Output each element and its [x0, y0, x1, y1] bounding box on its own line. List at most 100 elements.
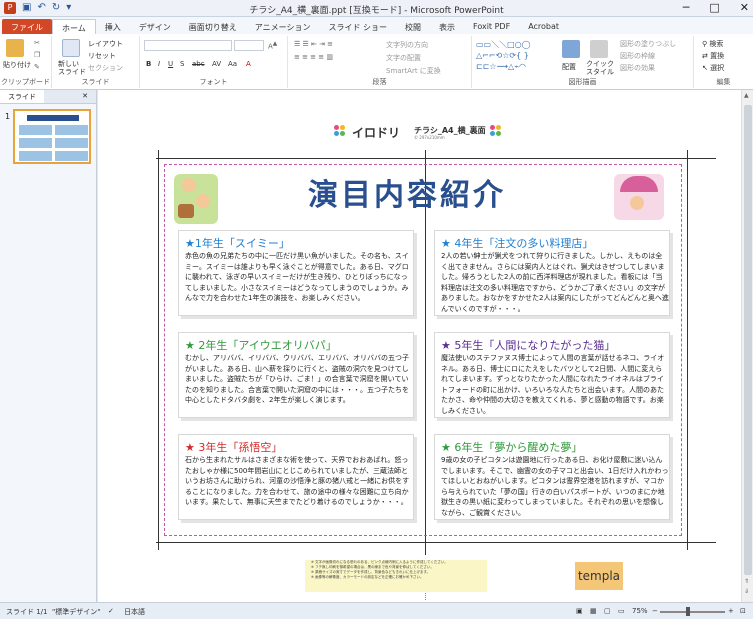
- tab-animations[interactable]: アニメーション: [246, 19, 320, 34]
- card-body: 2人の若い紳士が猟犬をつれて狩りに行きました。しかし、えものは全く出てきません。…: [441, 252, 669, 313]
- tab-view[interactable]: 表示: [430, 19, 464, 34]
- card-title: ★ 4年生「注文の多い料理店」: [441, 237, 594, 250]
- card-body: むかし、アリババ、イリババ、ウリババ、エリババ、オリババの五つ子がいました。ある…: [185, 354, 409, 404]
- shape-outline-button[interactable]: 図形の枠線: [620, 51, 655, 61]
- change-case-icon[interactable]: Aa: [228, 60, 237, 68]
- tab-design[interactable]: デザイン: [130, 19, 180, 34]
- language[interactable]: 日本語: [124, 607, 145, 617]
- group-label: 編集: [716, 78, 731, 86]
- font-color-icon[interactable]: A: [246, 60, 251, 68]
- copy-icon[interactable]: ❐: [34, 51, 40, 59]
- zoom-level[interactable]: 75%: [632, 607, 648, 615]
- tab-transitions[interactable]: 画面切り替え: [180, 19, 246, 34]
- bold-icon[interactable]: B: [146, 60, 151, 68]
- shapes-gallery-icon[interactable]: ▭▭＼＼□○◯ △⌐⌐⟲☆⟳{ } ⊏⊏☆⟿△⌁◠: [476, 39, 531, 72]
- tab-acrobat[interactable]: Acrobat: [519, 19, 568, 34]
- shadow-icon[interactable]: S: [180, 60, 184, 68]
- card-grade2[interactable]: ★ 2年生「アイウエオリバパ」 むかし、アリババ、イリババ、ウリババ、エリババ、…: [178, 332, 414, 418]
- shape-fill-button[interactable]: 図形の塗りつぶし: [620, 39, 676, 49]
- group-paragraph: ☰ ☰ ⇤ ⇥ ≡ 文字列の方向 ≡ ≡ ≡ ≡ ▥ 文字の配置 SmartAr…: [288, 36, 472, 88]
- strikethrough-icon[interactable]: abc: [192, 60, 205, 68]
- find-button[interactable]: ⚲ 検索: [702, 39, 723, 49]
- spellcheck-icon[interactable]: ✓: [108, 607, 114, 615]
- card-grade3[interactable]: ★ 3年生「孫悟空」 石から生まれたサルはさまざまな術を使って、天界でおおあばれ…: [178, 434, 414, 520]
- status-bar: スライド 1/1 "標準デザイン" ✓ 日本語 ▣ ▦ ▢ ▭ 75% − + …: [0, 602, 753, 619]
- smartart-button[interactable]: SmartArt に変換: [386, 66, 441, 76]
- tab-slides[interactable]: スライド: [0, 90, 44, 103]
- format-painter-icon[interactable]: ✎: [34, 63, 40, 71]
- maximize-icon[interactable]: □: [709, 1, 719, 14]
- sorter-view-icon[interactable]: ▦: [590, 607, 597, 615]
- slide-editor[interactable]: イロドリ チラシ_A4_横_裏面 © 297x210mm 演目内容紹介 ★1年生…: [98, 90, 741, 602]
- paste-button[interactable]: 貼り付け: [3, 60, 31, 70]
- card-title: ★ 5年生「人間になりたがった猫」: [441, 339, 616, 352]
- card-title: ★ 3年生「孫悟空」: [185, 441, 283, 454]
- umbrella-illustration: [614, 174, 664, 220]
- new-slide-icon[interactable]: [62, 39, 80, 57]
- scroll-thumb[interactable]: [744, 105, 752, 575]
- replace-button[interactable]: ⇄ 置換: [702, 51, 724, 61]
- logo-flower-icon: [490, 125, 502, 137]
- tab-file[interactable]: ファイル: [2, 19, 52, 34]
- theme-name[interactable]: "標準デザイン": [52, 607, 100, 617]
- reading-view-icon[interactable]: ▢: [604, 607, 611, 615]
- text-direction-button[interactable]: 文字列の方向: [386, 40, 428, 50]
- tab-insert[interactable]: 挿入: [96, 19, 130, 34]
- section-button[interactable]: セクション: [88, 63, 123, 73]
- arrange-icon[interactable]: [562, 40, 580, 58]
- zoom-knob[interactable]: [686, 607, 690, 616]
- card-body: 赤色の魚の兄弟たちの中に一匹だけ黒い魚がいました。その名も、スイミー。スイミーは…: [185, 252, 409, 302]
- grow-font-icon[interactable]: A▲: [268, 41, 277, 50]
- ribbon: 貼り付け ✂ ❐ ✎ クリップボード 新しい スライド レイアウト リセット セ…: [0, 34, 753, 90]
- tab-slideshow[interactable]: スライド ショー: [319, 19, 396, 34]
- shape-effect-button[interactable]: 図形の効果: [620, 63, 655, 73]
- layout-button[interactable]: レイアウト: [88, 39, 123, 49]
- font-name-combo[interactable]: [144, 40, 232, 51]
- char-spacing-icon[interactable]: AV: [212, 60, 221, 68]
- scroll-up-icon[interactable]: ▲: [744, 92, 749, 99]
- group-label: フォント: [199, 78, 228, 86]
- arrange-button[interactable]: 配置: [562, 62, 576, 72]
- close-icon[interactable]: ✕: [740, 1, 749, 14]
- card-grade6[interactable]: ★ 6年生「夢から醒めた夢」 9歳の女の子ピコタンは遊園地に行ったある日、お化け…: [434, 434, 670, 520]
- group-label: スライド: [81, 78, 110, 86]
- card-grade4[interactable]: ★ 4年生「注文の多い料理店」 2人の若い紳士が猟犬をつれて狩りに行きました。し…: [434, 230, 670, 316]
- bullets-icon[interactable]: ☰ ☰ ⇤ ⇥ ≡: [294, 40, 333, 48]
- tab-review[interactable]: 校閲: [396, 19, 430, 34]
- card-grade1[interactable]: ★1年生「スイミー」 赤色の魚の兄弟たちの中に一匹だけ黒い魚がいました。その名も…: [178, 230, 414, 316]
- zoom-in-icon[interactable]: +: [728, 607, 734, 615]
- prev-slide-icon[interactable]: ⇑: [744, 578, 749, 585]
- group-slides: 新しい スライド レイアウト リセット セクション スライド: [52, 36, 140, 88]
- slideshow-view-icon[interactable]: ▭: [618, 607, 625, 615]
- font-size-combo[interactable]: [234, 40, 264, 51]
- align-icon[interactable]: ≡ ≡ ≡ ≡ ▥: [294, 53, 333, 61]
- window-controls: ─ □ ✕: [683, 1, 749, 14]
- paste-icon[interactable]: [6, 39, 24, 57]
- quick-style-button[interactable]: クイック スタイル: [586, 60, 614, 76]
- reset-button[interactable]: リセット: [88, 51, 116, 61]
- next-slide-icon[interactable]: ⇓: [744, 588, 749, 595]
- select-button[interactable]: ↖ 選択: [702, 63, 724, 73]
- pane-tabs: スライド ✕: [0, 90, 96, 104]
- cut-icon[interactable]: ✂: [34, 39, 40, 47]
- main-title: 演目内容紹介: [308, 178, 506, 213]
- new-slide-button[interactable]: 新しい スライド: [58, 60, 86, 76]
- card-body: 魔法使いのステファヌス博士によって人間の言葉が話せるネコ、ライオネル。ある日、博…: [441, 354, 665, 415]
- template-logo: templa: [575, 562, 623, 590]
- card-grade5[interactable]: ★ 5年生「人間になりたがった猫」 魔法使いのステファヌス博士によって人間の言葉…: [434, 332, 670, 418]
- italic-icon[interactable]: I: [158, 60, 160, 68]
- brand-name: イロドリ: [352, 126, 401, 140]
- slide-thumbnail[interactable]: [13, 109, 91, 164]
- underline-icon[interactable]: U: [168, 60, 173, 68]
- tab-foxit[interactable]: Foxit PDF: [464, 19, 519, 34]
- fit-to-window-icon[interactable]: ⊡: [740, 607, 746, 615]
- quick-style-icon[interactable]: [590, 40, 608, 58]
- pane-close-icon[interactable]: ✕: [74, 90, 96, 103]
- vertical-scrollbar[interactable]: ▲ ⇑ ⇓: [741, 90, 753, 602]
- minimize-icon[interactable]: ─: [683, 1, 690, 14]
- align-text-button[interactable]: 文字の配置: [386, 53, 421, 63]
- zoom-out-icon[interactable]: −: [652, 607, 658, 615]
- normal-view-icon[interactable]: ▣: [576, 607, 583, 615]
- tab-home[interactable]: ホーム: [52, 19, 96, 34]
- zoom-slider[interactable]: [660, 611, 725, 613]
